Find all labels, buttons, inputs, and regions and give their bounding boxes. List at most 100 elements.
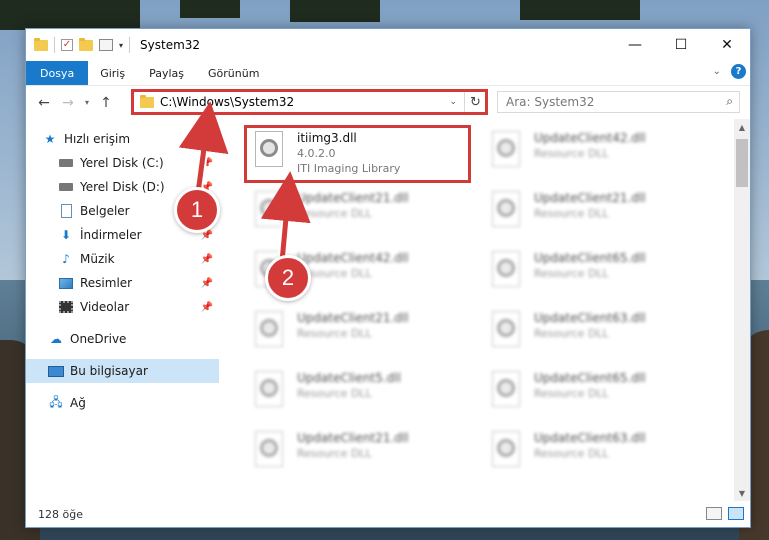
- sidebar-item-label: Hızlı erişim: [64, 132, 131, 146]
- pin-icon[interactable]: 📌: [201, 158, 213, 169]
- list-item[interactable]: UpdateClient21.dll Resource DLL: [247, 307, 467, 359]
- tab-dosya[interactable]: Dosya: [26, 61, 89, 85]
- file-type: Resource DLL: [297, 327, 372, 340]
- details-view-button[interactable]: [706, 507, 722, 520]
- file-type: Resource DLL: [297, 207, 372, 220]
- list-item[interactable]: UpdateClient5.dll Resource DLL: [247, 367, 467, 419]
- maximize-button[interactable]: ☐: [658, 29, 704, 61]
- pin-icon[interactable]: 📌: [201, 302, 213, 313]
- dll-file-icon: [488, 311, 524, 355]
- item-count: 128 öğe: [38, 507, 83, 521]
- cloud-icon: ☁: [50, 332, 62, 346]
- music-icon: ♪: [62, 252, 70, 266]
- sidebar-item-network[interactable]: 🖧 Ağ: [26, 391, 219, 415]
- file-name: UpdateClient21.dll: [534, 191, 646, 205]
- callout-badge-2: 2: [265, 255, 311, 301]
- file-type: Resource DLL: [534, 327, 609, 340]
- file-name: itiimg3.dll: [297, 131, 357, 145]
- file-type: Resource DLL: [297, 387, 372, 400]
- callout-badge-1: 1: [174, 187, 220, 233]
- address-path: C:\Windows\System32: [160, 95, 295, 109]
- window-title: System32: [140, 38, 201, 52]
- list-item[interactable]: UpdateClient21.dll Resource DLL: [484, 187, 704, 239]
- new-folder-icon[interactable]: [79, 37, 93, 51]
- vertical-scrollbar[interactable]: ▲ ▼: [734, 119, 750, 501]
- back-button[interactable]: ←: [32, 95, 56, 111]
- sidebar-item-label: Ağ: [70, 396, 86, 410]
- search-input[interactable]: Ara: System32 ⌕: [497, 91, 740, 113]
- list-item[interactable]: UpdateClient63.dll Resource DLL: [484, 307, 704, 359]
- file-item-itiimg3[interactable]: itiimg3.dll 4.0.2.0 ITI Imaging Library: [247, 127, 467, 179]
- sidebar-item-label: Videolar: [80, 300, 130, 314]
- list-item[interactable]: UpdateClient42.dll Resource DLL: [484, 127, 704, 179]
- file-description: ITI Imaging Library: [297, 162, 401, 175]
- dll-file-icon: [251, 131, 287, 175]
- dll-file-icon: [251, 371, 287, 415]
- file-type: Resource DLL: [534, 207, 609, 220]
- sidebar-item-quick-access[interactable]: ★ Hızlı erişim: [26, 127, 219, 151]
- sidebar-item-label: Yerel Disk (C:): [80, 156, 164, 170]
- properties-icon[interactable]: [99, 39, 113, 51]
- file-name: UpdateClient5.dll: [297, 371, 401, 385]
- tab-paylas[interactable]: Paylaş: [137, 61, 196, 85]
- file-name: UpdateClient21.dll: [297, 191, 409, 205]
- tab-giris[interactable]: Giriş: [88, 61, 137, 85]
- file-list: itiimg3.dll 4.0.2.0 ITI Imaging Library …: [219, 119, 736, 501]
- list-item[interactable]: UpdateClient63.dll Resource DLL: [484, 427, 704, 479]
- dll-file-icon: [488, 251, 524, 295]
- pictures-icon: [59, 277, 73, 289]
- sidebar-item-label: İndirmeler: [80, 228, 142, 242]
- expand-ribbon-chevron-icon[interactable]: ⌄: [713, 66, 721, 77]
- scroll-down-arrow-icon[interactable]: ▼: [734, 485, 750, 501]
- pin-icon[interactable]: 📌: [201, 278, 213, 289]
- minimize-button[interactable]: —: [612, 29, 658, 61]
- recent-locations-chevron-down-icon[interactable]: ▾: [80, 98, 94, 107]
- scroll-up-arrow-icon[interactable]: ▲: [734, 119, 750, 135]
- file-type: Resource DLL: [297, 267, 372, 280]
- tab-gorunum[interactable]: Görünüm: [196, 61, 271, 85]
- sidebar-item-music[interactable]: ♪ Müzik 📌: [26, 247, 219, 271]
- sidebar-item-pictures[interactable]: Resimler 📌: [26, 271, 219, 295]
- list-item[interactable]: UpdateClient21.dll Resource DLL: [247, 427, 467, 479]
- pin-icon[interactable]: 📌: [201, 254, 213, 265]
- list-item[interactable]: UpdateClient21.dll Resource DLL: [247, 187, 467, 239]
- quick-access-toolbar: ✓ ▾: [26, 29, 131, 61]
- sidebar-item-label: Bu bilgisayar: [70, 364, 148, 378]
- forward-button[interactable]: →: [56, 95, 80, 111]
- videos-icon: [59, 301, 73, 313]
- list-item[interactable]: UpdateClient65.dll Resource DLL: [484, 247, 704, 299]
- list-item[interactable]: UpdateClient65.dll Resource DLL: [484, 367, 704, 419]
- up-button[interactable]: ↑: [94, 95, 118, 111]
- refresh-button[interactable]: ↻: [464, 91, 486, 113]
- sidebar-item-label: Yerel Disk (D:): [80, 180, 165, 194]
- customize-chevron-down-icon[interactable]: ▾: [119, 41, 123, 50]
- folder-icon: [34, 37, 48, 51]
- dll-file-icon: [488, 131, 524, 175]
- navigation-bar: ← → ▾ ↑ C:\Windows\System32 ⌄ ↻ Ara: Sys…: [26, 85, 750, 119]
- navigation-pane: ★ Hızlı erişim Yerel Disk (C:) 📌 Yerel D…: [26, 119, 219, 501]
- address-bar[interactable]: C:\Windows\System32 ⌄: [133, 91, 486, 113]
- sidebar-item-this-pc[interactable]: Bu bilgisayar: [26, 359, 219, 383]
- sidebar-item-videos[interactable]: Videolar 📌: [26, 295, 219, 319]
- disk-icon: [59, 183, 73, 191]
- window-controls: — ☐ ✕: [612, 29, 750, 61]
- sidebar-item-label: OneDrive: [70, 332, 127, 346]
- sidebar-item-onedrive[interactable]: ☁ OneDrive: [26, 327, 219, 351]
- pc-icon: [48, 365, 64, 377]
- scroll-thumb[interactable]: [736, 139, 748, 187]
- ribbon-tabs: Dosya Giriş Paylaş Görünüm ⌄ ?: [26, 61, 750, 85]
- tiles-view-button[interactable]: [728, 507, 744, 520]
- file-name: UpdateClient21.dll: [297, 431, 409, 445]
- address-chevron-down-icon[interactable]: ⌄: [449, 97, 457, 107]
- file-name: UpdateClient42.dll: [297, 251, 409, 265]
- download-icon: ⬇: [60, 228, 72, 242]
- sidebar-item-disk-c[interactable]: Yerel Disk (C:) 📌: [26, 151, 219, 175]
- close-button[interactable]: ✕: [704, 29, 750, 61]
- properties-check-icon[interactable]: ✓: [61, 39, 73, 51]
- document-icon: [60, 204, 72, 218]
- file-type: Resource DLL: [534, 447, 609, 460]
- file-name: UpdateClient65.dll: [534, 371, 646, 385]
- file-type: Resource DLL: [297, 447, 372, 460]
- dll-file-icon: [251, 431, 287, 475]
- help-icon[interactable]: ?: [731, 64, 746, 79]
